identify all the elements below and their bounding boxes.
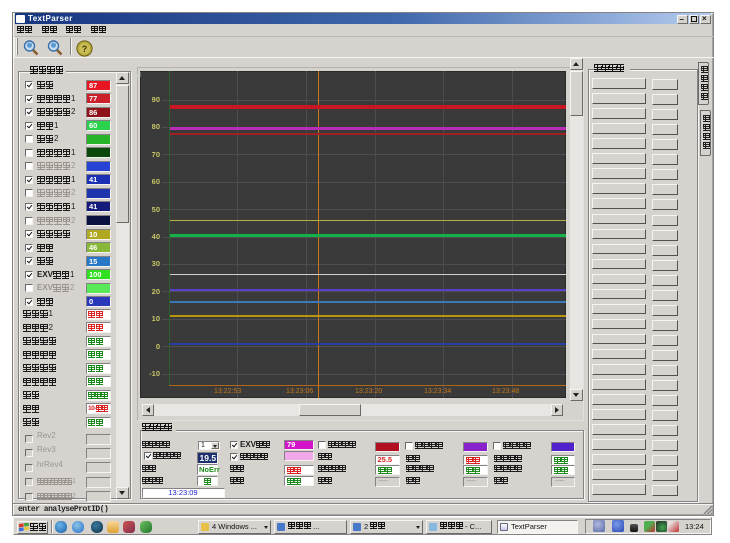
- svg-text:?: ?: [82, 44, 88, 54]
